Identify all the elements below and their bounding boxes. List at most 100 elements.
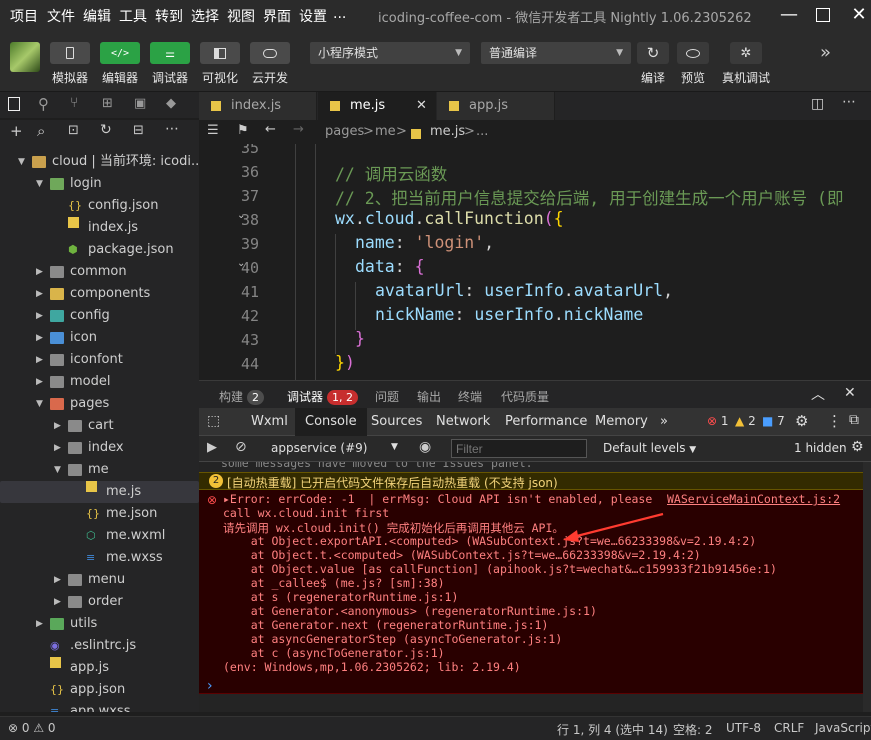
avatar[interactable] [10, 42, 40, 72]
chevron-down-icon[interactable]: ▼ [18, 151, 25, 173]
more-chevrons-icon[interactable]: » [820, 42, 831, 63]
tree-file[interactable]: ≡ app.wxss [0, 701, 199, 712]
breadcrumb-me[interactable]: me [375, 124, 396, 139]
split-editor-icon[interactable]: ◫ [811, 96, 824, 112]
status-problems[interactable]: ⊗ 0 ⚠ 0 [8, 721, 56, 735]
minimize-icon[interactable]: — [776, 3, 802, 27]
refresh-tree-icon[interactable]: ↻ [100, 122, 112, 138]
extensions-icon[interactable]: ⊞ [102, 96, 113, 111]
back-arrow-icon[interactable]: ← [265, 122, 276, 137]
chevron-right-icon[interactable]: ▶ [36, 371, 43, 393]
language-mode[interactable]: JavaScript [815, 721, 871, 735]
warning-count[interactable]: ▲ 2 [735, 414, 756, 428]
chevron-down-icon[interactable]: ▼ [36, 393, 43, 415]
files-icon[interactable] [8, 97, 20, 111]
settings-gear-icon[interactable]: ⚙ [795, 412, 808, 430]
eye-icon[interactable]: ◉ [419, 439, 431, 455]
maximize-icon[interactable] [810, 3, 836, 27]
tab-network[interactable]: Network [436, 414, 490, 429]
stack-line[interactable]: at s (regeneratorRuntime.js:1) [223, 590, 459, 604]
mode-select[interactable]: 小程序模式 ▼ [310, 42, 470, 64]
menu-file[interactable]: 文件 [47, 6, 75, 26]
tree-folder[interactable]: ▼ pages [0, 393, 199, 415]
visual-button[interactable] [200, 42, 240, 64]
tree-file[interactable]: ◉ .eslintrc.js [0, 635, 199, 657]
stack-line[interactable]: at c (asyncToGenerator.js:1) [223, 646, 445, 660]
fold-chevron-icon[interactable]: ⌄ [237, 210, 245, 221]
inspect-icon[interactable]: ⬚ [207, 413, 220, 429]
clear-console-icon[interactable]: ⊘ [235, 439, 247, 455]
tree-folder[interactable]: ▶ index [0, 437, 199, 459]
menu-view[interactable]: 视图 [227, 6, 255, 26]
tab-build[interactable]: 构建 2 [219, 388, 265, 405]
error-count[interactable]: ⊗ 1 [707, 414, 729, 428]
breadcrumb-file[interactable]: me.js [430, 124, 465, 139]
collapse-all-icon[interactable]: ⊟ [133, 123, 144, 138]
tab-performance[interactable]: Performance [505, 414, 587, 429]
console-output[interactable]: some messages have moved to the Issues p… [199, 462, 863, 712]
context-select[interactable]: appservice (#9) ▼ [263, 439, 403, 458]
chevron-right-icon[interactable]: ▶ [36, 261, 43, 283]
stack-line[interactable]: at Generator.<anonymous> (regeneratorRun… [223, 604, 597, 618]
tree-folder[interactable]: ▶ cart [0, 415, 199, 437]
info-count[interactable]: ■ 7 [762, 414, 785, 428]
close-window-icon[interactable]: ✕ [846, 3, 871, 27]
tree-folder[interactable]: ▼ cloud | 当前环境: icodi... [0, 151, 199, 173]
tab-sources[interactable]: Sources [371, 414, 422, 429]
menu-edit[interactable]: 编辑 [83, 6, 111, 26]
tree-file[interactable]: ≡ me.wxss [0, 547, 199, 569]
chevron-right-icon[interactable]: ▶ [36, 327, 43, 349]
tree-folder[interactable]: ▶ icon [0, 327, 199, 349]
device-debug-button[interactable]: ✲ [730, 42, 762, 64]
tab-console[interactable]: Console [295, 408, 367, 436]
add-file-icon[interactable]: + [10, 122, 23, 140]
chevron-up-icon[interactable]: ︿ [811, 384, 825, 404]
tree-file[interactable]: me.js [0, 481, 199, 503]
debugger-button[interactable]: ⚌ [150, 42, 190, 64]
simulator-button[interactable] [50, 42, 90, 64]
close-tab-icon[interactable]: ✕ [416, 92, 427, 120]
menu-select[interactable]: 选择 [191, 6, 219, 26]
tree-folder[interactable]: ▼ login [0, 173, 199, 195]
source-control-icon[interactable]: ⑂ [70, 95, 78, 111]
line-ending[interactable]: CRLF [774, 721, 804, 735]
indentation[interactable]: 空格: 2 [673, 721, 713, 738]
search-icon[interactable]: ⚲ [38, 95, 49, 113]
chevron-right-icon[interactable]: ▶ [54, 591, 61, 613]
tree-folder[interactable]: ▶ order [0, 591, 199, 613]
code-editor[interactable]: 35 36 37 38 39 40 41 42 43 44 ⌄ ⌄ // 调用云… [199, 144, 871, 380]
menu-goto[interactable]: 转到 [155, 6, 183, 26]
console-prompt[interactable]: › [207, 678, 213, 694]
encoding[interactable]: UTF-8 [726, 721, 761, 735]
stack-line[interactable]: at _callee$ (me.js? [sm]:38) [223, 576, 445, 590]
menu-more[interactable]: ... [333, 6, 346, 22]
chevron-right-icon[interactable]: ▶ [54, 415, 61, 437]
dock-icon[interactable]: ⧉ [849, 412, 859, 428]
list-icon[interactable]: ☰ [207, 123, 219, 138]
tab-code-quality[interactable]: 代码质量 [501, 388, 549, 405]
console-settings-icon[interactable]: ⚙ [851, 439, 864, 455]
tree-folder[interactable]: ▶ components [0, 283, 199, 305]
breadcrumb-pages[interactable]: pages [325, 124, 364, 139]
tree-folder[interactable]: ▼ me [0, 459, 199, 481]
chevron-right-icon[interactable]: ▶ [54, 437, 61, 459]
forward-arrow-icon[interactable]: → [293, 122, 304, 137]
tree-folder[interactable]: ▶ common [0, 261, 199, 283]
tab-terminal[interactable]: 终端 [458, 388, 482, 405]
tree-file[interactable]: {} config.json [0, 195, 199, 217]
stack-line[interactable]: at Object.exportAPI.<computed> (WASubCon… [223, 534, 756, 548]
menu-project[interactable]: 项目 [10, 6, 38, 26]
tree-folder[interactable]: ▶ iconfont [0, 349, 199, 371]
tree-file[interactable]: app.js [0, 657, 199, 679]
source-link[interactable]: WAServiceMainContext.js:2 [667, 492, 840, 506]
fold-chevron-icon[interactable]: ⌄ [237, 258, 245, 269]
tab-me-js[interactable]: me.js ✕ [318, 92, 436, 120]
compile-select[interactable]: 普通编译 ▼ [481, 42, 631, 64]
menu-interface[interactable]: 界面 [263, 6, 291, 26]
chevron-right-icon[interactable]: ▶ [54, 569, 61, 591]
tree-file[interactable]: ⬡ me.wxml [0, 525, 199, 547]
chevron-down-icon[interactable]: ▼ [54, 459, 61, 481]
more-tabs-icon[interactable]: » [660, 414, 668, 429]
close-panel-icon[interactable]: ✕ [844, 385, 856, 401]
tree-file[interactable]: {} app.json [0, 679, 199, 701]
